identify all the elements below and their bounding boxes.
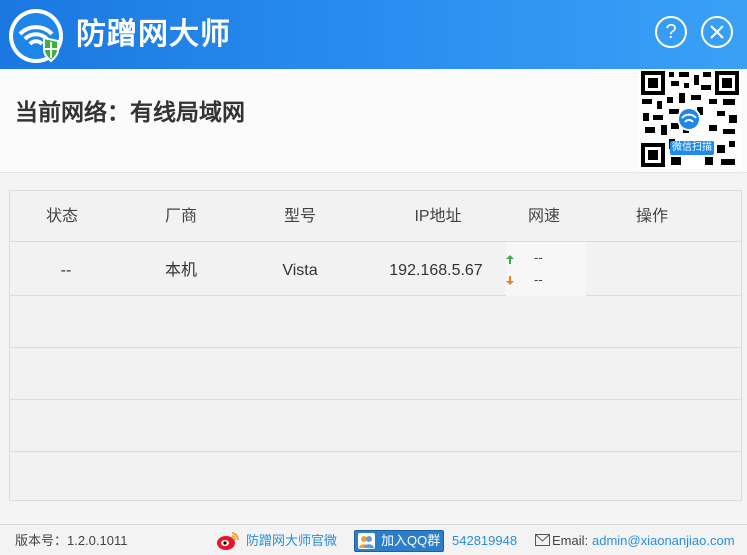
weibo-link[interactable]: 防蹭网大师官微 <box>246 525 337 555</box>
close-icon <box>710 25 724 39</box>
table-row <box>10 296 741 348</box>
table-row[interactable]: -- 本机 Vista 192.168.5.67 -- -- <box>10 242 741 296</box>
header-vendor: 厂商 <box>164 208 197 225</box>
download-arrow-icon <box>506 276 514 285</box>
download-speed: -- <box>534 272 543 287</box>
header-action: 操作 <box>635 208 668 225</box>
version-label: 版本号：1.2.0.1011 <box>15 533 128 548</box>
join-qq-group-button[interactable]: 加入QQ群 <box>354 530 444 552</box>
upload-arrow-icon <box>506 255 514 264</box>
title-bar: 防蹭网大师 ? <box>0 0 747 69</box>
cell-status: -- <box>60 262 72 279</box>
upload-speed: -- <box>534 250 543 265</box>
close-button[interactable] <box>701 16 733 48</box>
join-qq-group-label: 加入QQ群 <box>381 533 441 548</box>
qr-caption: 微信扫描 <box>670 141 714 155</box>
header-status: 状态 <box>45 208 78 225</box>
qq-group-number[interactable]: 542819948 <box>452 525 517 555</box>
email-label: Email: <box>552 533 589 548</box>
device-table: 状态 厂商 型号 IP地址 网速 操作 -- 本机 Vista 192.168.… <box>9 190 742 501</box>
cell-action[interactable] <box>614 242 690 296</box>
cell-ip: 192.168.5.67 <box>389 262 483 279</box>
table-header: 状态 厂商 型号 IP地址 网速 操作 <box>10 191 741 242</box>
app-title: 防蹭网大师 <box>76 18 231 51</box>
header-model: 型号 <box>283 208 316 225</box>
status-bar: 版本号：1.2.0.1011 防蹭网大师官微 加入QQ群 542819948 E… <box>0 524 747 555</box>
table-row <box>10 452 741 504</box>
table-row <box>10 348 741 400</box>
email-link[interactable]: admin@xiaonanjiao.com <box>592 525 735 555</box>
qq-group-icon <box>358 533 375 549</box>
current-network-label: 当前网络：有线局域网 <box>15 99 245 125</box>
header-ip: IP地址 <box>414 208 462 225</box>
help-button[interactable]: ? <box>655 16 687 48</box>
cell-speed: -- -- <box>506 242 586 296</box>
mail-icon <box>535 534 550 546</box>
network-header: 当前网络：有线局域网 微信扫描 <box>0 69 747 173</box>
cell-vendor: 本机 <box>164 262 197 279</box>
table-row <box>10 400 741 452</box>
weibo-icon[interactable] <box>216 531 240 551</box>
header-speed: 网速 <box>527 208 560 225</box>
app-logo-icon <box>9 9 63 63</box>
cell-model: Vista <box>282 262 318 279</box>
